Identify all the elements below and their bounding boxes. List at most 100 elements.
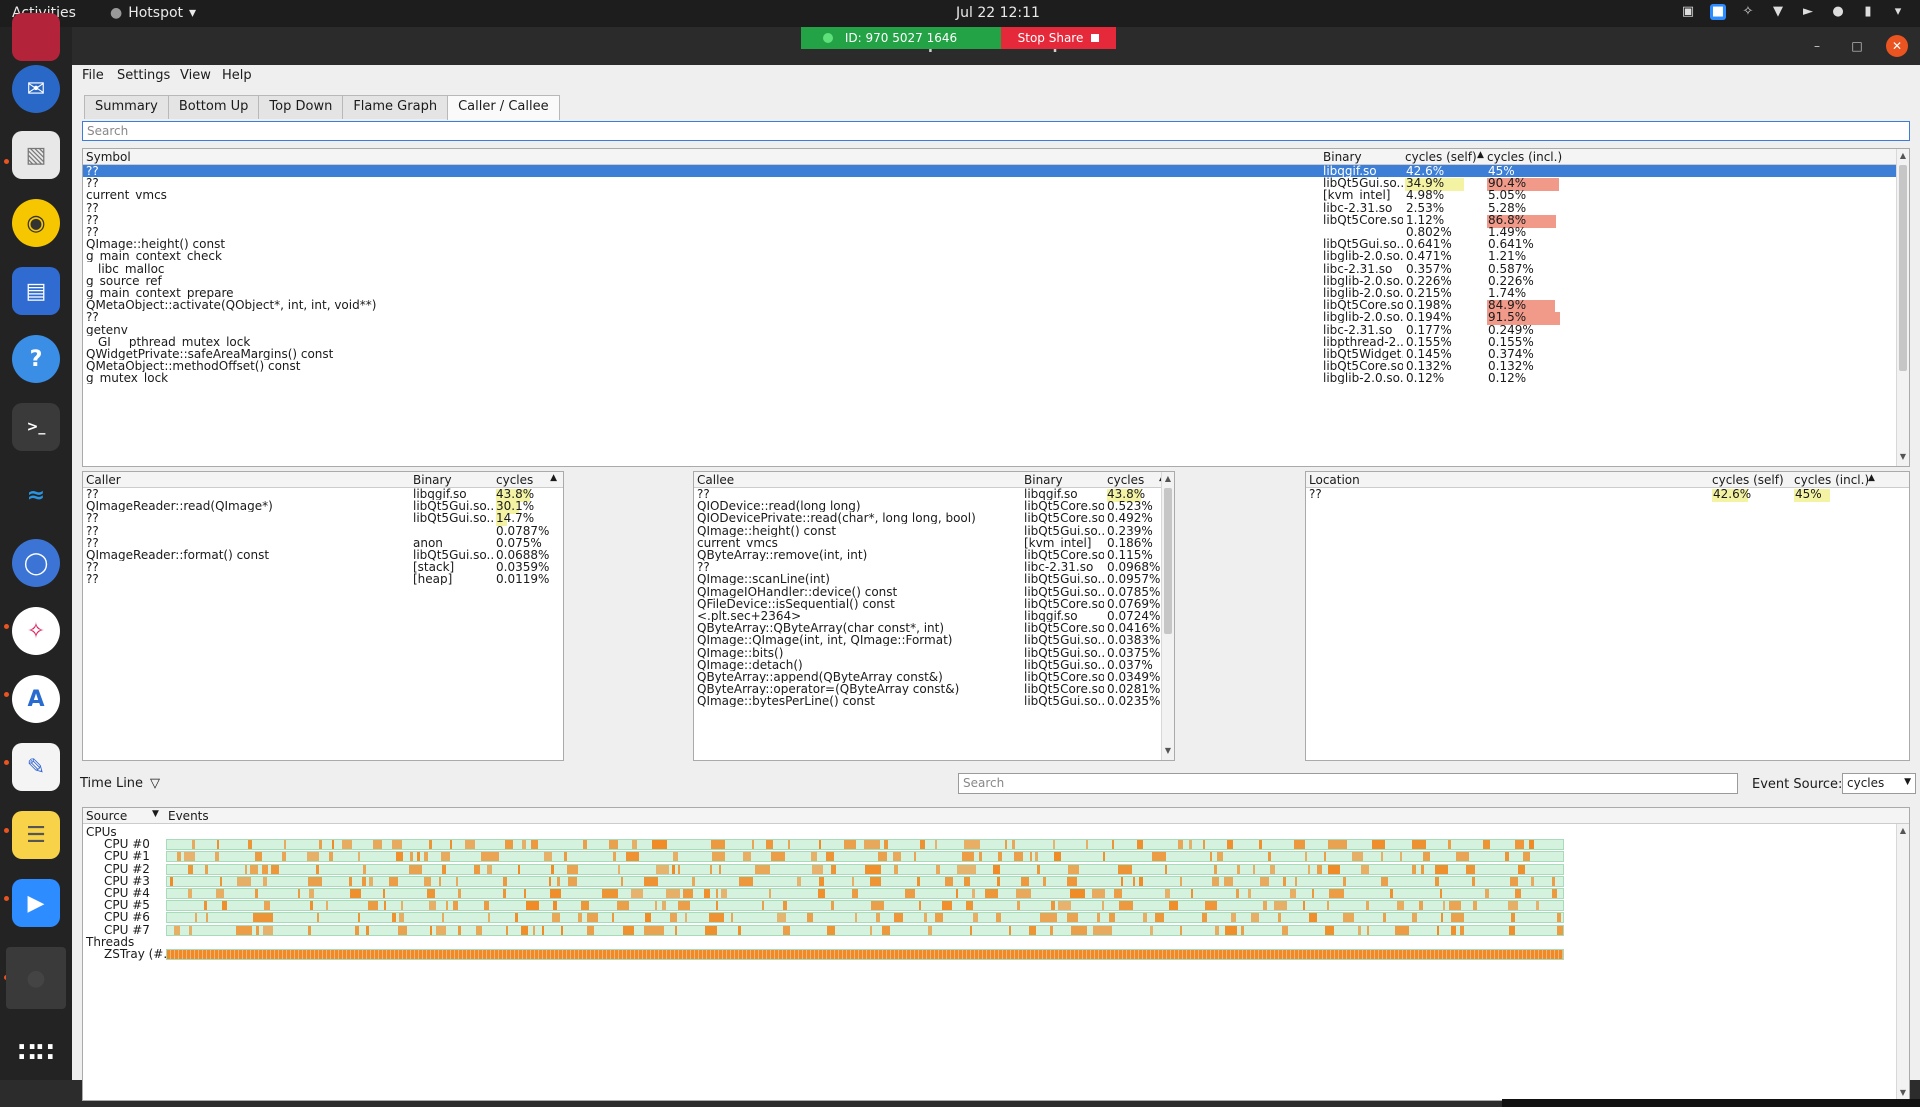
header-location[interactable]: Location — [1309, 473, 1360, 487]
header-cycles-incl[interactable]: cycles (incl.) — [1794, 473, 1869, 487]
table-row[interactable]: ?? [stack] 0.0359% — [83, 561, 563, 573]
screenshot-icon[interactable]: ▣ — [1680, 4, 1696, 20]
app-menu[interactable]: ● Hotspot ▾ — [110, 5, 196, 21]
event-track[interactable] — [166, 839, 1564, 851]
dock-writer[interactable]: ▤ — [12, 267, 60, 315]
dock-zorin-app[interactable]: ≈ — [12, 471, 60, 519]
table-row[interactable]: ?? libglib-2.0.so....0.194% 91.5% — [83, 311, 1909, 326]
table-row[interactable]: ?? 0.802% 1.49% — [83, 226, 1909, 238]
timeline-row[interactable]: CPU #7 — [83, 924, 1909, 936]
table-row[interactable]: QImage::bytesPerLine() const libQt5Gui.so… — [694, 695, 1174, 707]
callee-table-scrollbar[interactable]: ▲ ▼ — [1161, 472, 1174, 760]
zoom-tray-icon[interactable]: ■ — [1710, 4, 1726, 20]
table-row[interactable]: ?? libqgif.so 43.8% — [694, 488, 1174, 502]
table-row[interactable]: ?? libc-2.31.so 0.0968% — [694, 561, 1174, 573]
header-binary[interactable]: Binary — [1323, 150, 1362, 164]
dock-hotspot[interactable]: ● — [6, 947, 66, 1009]
timeline-group[interactable]: CPUs — [83, 826, 1909, 838]
dock-text-editor[interactable]: ✎ — [12, 743, 60, 791]
header-source[interactable]: Source — [86, 809, 127, 823]
scroll-down-icon[interactable]: ▼ — [1162, 746, 1174, 758]
table-row[interactable]: QIODevice::read(long long) libQt5Core.so.… — [694, 500, 1174, 512]
microphone-icon[interactable]: ● — [1830, 4, 1846, 20]
header-cycles-self[interactable]: cycles (self) — [1405, 150, 1477, 164]
table-row[interactable]: QWidgetPrivate::safeAreaMargins() const l… — [83, 348, 1909, 360]
timeline-group[interactable]: Threads — [83, 936, 1909, 948]
table-row[interactable]: QImage::height() const libQt5Gui.so.... 0.… — [694, 525, 1174, 537]
table-row[interactable]: ?? libc-2.31.so 2.53% 5.28% — [83, 202, 1909, 214]
minimize-icon[interactable]: – — [1806, 35, 1828, 57]
table-row[interactable]: ?? 42.6% 45% — [1306, 488, 1909, 502]
timeline-row[interactable]: CPU #4 — [83, 887, 1909, 899]
tab-caller-callee[interactable]: Caller / Callee — [447, 95, 560, 120]
table-row[interactable]: QImage::bits() libQt5Gui.so.... 0.0375% — [694, 647, 1174, 659]
table-row[interactable]: current_vmcs [kvm_intel] 0.186% — [694, 537, 1174, 549]
table-row[interactable]: current_vmcs [kvm_intel] 4.98% 5.05% — [83, 189, 1909, 201]
header-binary[interactable]: Binary — [1024, 473, 1063, 487]
timeline-row[interactable]: CPU #1 — [83, 850, 1909, 863]
close-icon[interactable]: ✕ — [1886, 35, 1908, 57]
table-row[interactable]: QImageIOHandler::device() const libQt5Gui… — [694, 586, 1174, 598]
table-row[interactable]: QImage::scanLine(int) libQt5Gui.so.... 0.0… — [694, 573, 1174, 585]
tab-bottom-up[interactable]: Bottom Up — [167, 95, 260, 119]
table-row[interactable]: ?? libQt5Core.so....1.12% 86.8% — [83, 214, 1909, 228]
table-row[interactable]: QImageReader::read(QImage*) libQt5Gui.so.… — [83, 500, 563, 515]
timeline-row[interactable]: CPU #6 — [83, 911, 1909, 924]
volume-icon[interactable]: ► — [1800, 4, 1816, 20]
event-source-select[interactable]: cycles ▼ — [1842, 773, 1916, 794]
table-row[interactable]: QByteArray::QByteArray(char const*, int)… — [694, 622, 1174, 634]
timeline-row[interactable]: CPU #2 — [83, 863, 1909, 875]
table-row[interactable]: ?? libQt5Gui.so.... 34.9% 90.4% — [83, 177, 1909, 192]
table-row[interactable]: QMetaObject::methodOffset() const libQt5C… — [83, 360, 1909, 372]
header-caller[interactable]: Caller — [86, 473, 121, 487]
dock-files[interactable]: ▧ — [12, 131, 60, 179]
maximize-icon[interactable]: □ — [1846, 35, 1868, 57]
dock-help[interactable]: ? — [12, 335, 60, 383]
table-row[interactable]: ?? libqgif.so 43.8% — [83, 488, 563, 502]
scroll-down-icon[interactable]: ▼ — [1897, 452, 1909, 464]
timeline-row[interactable]: CPU #3 — [83, 875, 1909, 887]
filter-icon[interactable]: ▽ — [150, 776, 160, 791]
table-row[interactable]: QFileDevice::isSequential() const libQt5C… — [694, 598, 1174, 610]
table-row[interactable]: QIODevicePrivate::read(char*, long long,… — [694, 512, 1174, 524]
table-row[interactable]: <.plt.sec+2364> libqgif.so 0.0724% — [694, 610, 1174, 622]
scroll-thumb[interactable] — [1164, 488, 1172, 634]
stop-share-button[interactable]: Stop Share — [1001, 27, 1116, 49]
event-track[interactable] — [166, 924, 1564, 936]
scroll-up-icon[interactable]: ▲ — [1162, 474, 1174, 486]
table-row[interactable]: QByteArray::operator=(QByteArray const&)… — [694, 683, 1174, 695]
header-cycles-incl[interactable]: cycles (incl.) — [1487, 150, 1562, 164]
dock-app-store[interactable]: A — [12, 675, 60, 723]
table-row[interactable]: g_main_context_prepare libglib-2.0.so....… — [83, 287, 1909, 299]
table-row[interactable]: ?? 0.0787% — [83, 525, 563, 537]
slack-tray-icon[interactable]: ✧ — [1740, 4, 1756, 20]
timeline-scrollbar[interactable]: ▲ ▼ — [1896, 824, 1909, 1100]
menu-file[interactable]: File — [82, 68, 104, 83]
dock-terminal[interactable]: >_ — [12, 403, 60, 451]
menu-help[interactable]: Help — [222, 68, 252, 83]
header-cycles[interactable]: cycles — [496, 473, 533, 487]
header-events[interactable]: Events — [168, 809, 209, 823]
tab-flame-graph[interactable]: Flame Graph — [342, 95, 449, 119]
table-row[interactable]: ?? libQt5Gui.so.... 14.7% — [83, 512, 563, 527]
dock-show-apps[interactable]: ∷∷ — [12, 1029, 60, 1077]
table-row[interactable]: __GI___pthread_mutex_lock libpthread-2...… — [83, 336, 1909, 348]
system-tray[interactable]: ▣ ■ ✧ ▼ ► ● ▮ ▾ — [1680, 4, 1906, 20]
table-row[interactable]: QByteArray::append(QByteArray const&) lib… — [694, 671, 1174, 683]
table-row[interactable]: ?? libqgif.so 42.6% 45% — [83, 165, 1909, 177]
event-track[interactable] — [166, 900, 1564, 912]
event-track[interactable] — [166, 888, 1564, 899]
scroll-up-icon[interactable]: ▲ — [1897, 826, 1909, 838]
dock-slack[interactable]: ✧ — [12, 607, 60, 655]
dock-zoom[interactable]: ▶ — [12, 879, 60, 927]
table-row[interactable]: __libc_malloc libc-2.31.so 0.357% 0.587% — [83, 263, 1909, 275]
dock-rhythmbox[interactable]: ◉ — [12, 199, 60, 247]
table-row[interactable]: ?? [heap] 0.0119% — [83, 573, 563, 585]
timeline-search-input[interactable]: Search — [958, 773, 1738, 794]
table-row[interactable]: QByteArray::remove(int, int) libQt5Core.s… — [694, 549, 1174, 561]
table-row[interactable]: g_mutex_locklibglib-2.0.so....0.12%0.12% — [83, 372, 1909, 384]
timeline-row[interactable]: CPU #0 — [83, 838, 1909, 851]
table-row[interactable]: g_source_reflibglib-2.0.so....0.226%0.22… — [83, 275, 1909, 287]
dock-chromium[interactable]: ◯ — [12, 539, 60, 587]
table-row[interactable]: QImage::detach() libQt5Gui.so.... 0.037% — [694, 659, 1174, 671]
